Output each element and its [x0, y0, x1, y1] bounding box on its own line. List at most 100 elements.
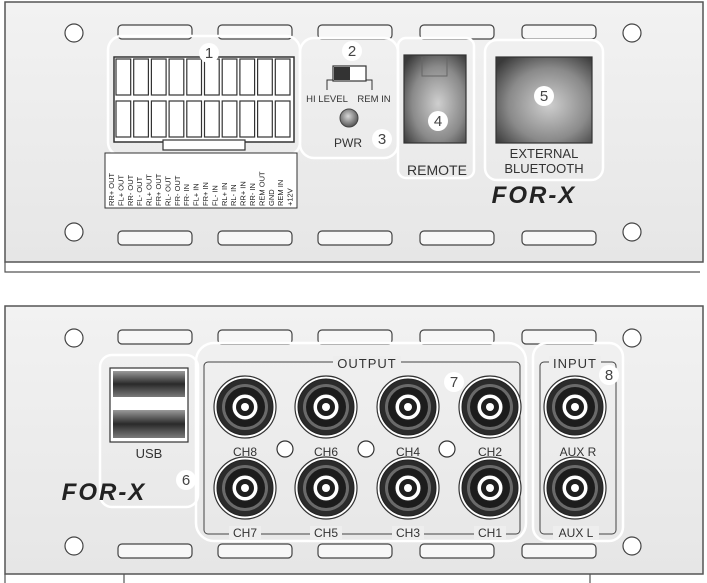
- mount-hole-icon: [64, 328, 84, 348]
- pwr-label: PWR: [334, 136, 362, 150]
- connector-pin: [150, 100, 167, 138]
- pin-label: FL+ OUT: [116, 175, 125, 206]
- jack-label-ch7: CH7: [233, 526, 257, 540]
- pin-label: FR- IN: [182, 184, 191, 206]
- connector-pin: [133, 100, 149, 138]
- output-label: OUTPUT: [337, 356, 396, 371]
- indicator-hole: [357, 440, 375, 458]
- callout-7-label: 7: [450, 374, 458, 391]
- mount-hole-icon: [622, 222, 642, 242]
- connector-pin: [257, 100, 273, 138]
- bottom-chassis-edge: [4, 574, 591, 583]
- pin-label: RL+ OUT: [145, 174, 154, 206]
- rca-jack-ch1[interactable]: [458, 456, 522, 520]
- pin-label: RL- OUT: [163, 176, 172, 206]
- pin-label: RR+ OUT: [107, 172, 116, 206]
- connector-pin: [274, 100, 291, 138]
- vent-slots-bottom-2: [117, 543, 597, 559]
- pin-label: +12V: [286, 188, 295, 206]
- pin-label: RR+ IN: [239, 181, 248, 206]
- pin-label: FR+ IN: [201, 182, 210, 206]
- callout-5-label: 5: [540, 88, 548, 105]
- mount-hole-icon: [64, 222, 84, 242]
- usb-label: USB: [136, 446, 163, 461]
- bottom-panel: USB 6 FOR-X OUTPUT 7 INPUT 8 CH8 CH6 CH4…: [4, 305, 704, 583]
- jack-label-aux-l: AUX L: [559, 526, 594, 540]
- top-chassis-edge: [4, 262, 700, 273]
- connector-pin: [186, 100, 203, 138]
- connector-pin: [239, 58, 256, 96]
- top-panel: RR+ OUT FL+ OUT RR- OUT FL- OUT RL+ OUT FR+ O…: [4, 1, 704, 273]
- jack-label-ch3: CH3: [396, 526, 420, 540]
- pwr-led: [339, 108, 359, 128]
- usb-port-upper: [113, 371, 185, 397]
- callout-1-label: 1: [205, 45, 213, 62]
- mount-hole-icon: [622, 536, 642, 556]
- pin-label: FL- IN: [210, 185, 219, 206]
- rca-jack-ch5[interactable]: [294, 456, 358, 520]
- callout-6-label: 6: [182, 472, 190, 489]
- brand-logo-text: FOR-X: [492, 182, 577, 209]
- pin-label: RL+ IN: [220, 182, 229, 206]
- connector-pin: [221, 58, 238, 96]
- connector-pin: [203, 100, 220, 138]
- pin-label: FL- OUT: [135, 176, 144, 206]
- rca-jack-ch2[interactable]: [458, 375, 522, 439]
- jack-label-aux-r: AUX R: [560, 445, 597, 459]
- connector-pin: [274, 58, 291, 96]
- remote-label: REMOTE: [407, 162, 467, 178]
- mount-hole-icon: [622, 328, 642, 348]
- brand-logo-top: FOR-X: [492, 182, 577, 209]
- switch-hi-level-label: HI LEVEL: [306, 94, 348, 105]
- rca-jack-ch3[interactable]: [376, 456, 440, 520]
- connector-pin: [203, 58, 220, 96]
- input-label: INPUT: [553, 356, 597, 371]
- connector-pin: [257, 58, 273, 96]
- callout-4-label: 4: [434, 113, 442, 130]
- bluetooth-label-line2: BLUETOOTH: [504, 161, 583, 176]
- jack-label-ch1: CH1: [478, 526, 502, 540]
- level-switch-knob: [334, 67, 350, 80]
- pin-label: REM OUT: [257, 171, 266, 206]
- rca-jack-ch6[interactable]: [294, 375, 358, 439]
- indicator-hole: [438, 440, 456, 458]
- pin-label: RR- IN: [248, 183, 257, 206]
- mount-hole-icon: [64, 536, 84, 556]
- rca-jack-ch7[interactable]: [213, 456, 277, 520]
- connector-pin: [115, 58, 132, 96]
- jack-label-ch2: CH2: [478, 445, 502, 459]
- pin-label: GND: [267, 189, 276, 206]
- pin-label: REM IN: [276, 180, 285, 206]
- rca-jack-ch4[interactable]: [376, 375, 440, 439]
- mount-hole-icon: [622, 23, 642, 43]
- jack-label-ch4: CH4: [396, 445, 420, 459]
- connector-pin: [115, 100, 132, 138]
- switch-rem-in-label: REM IN: [357, 94, 390, 105]
- indicator-hole: [276, 440, 294, 458]
- rca-jack-ch8[interactable]: [213, 375, 277, 439]
- rca-jack-aux-l[interactable]: [543, 456, 607, 520]
- rca-jack-aux-r[interactable]: [543, 375, 607, 439]
- connector-pin: [133, 58, 149, 96]
- pin-label: FL+ IN: [192, 183, 201, 206]
- device-diagram: RR+ OUT FL+ OUT RR- OUT FL- OUT RL+ OUT FR+ O…: [4, 1, 704, 583]
- connector-pin: [239, 100, 256, 138]
- pin-label-strip: RR+ OUT FL+ OUT RR- OUT FL- OUT RL+ OUT FR+ O…: [104, 152, 298, 209]
- vent-slots-bottom: [117, 230, 597, 246]
- connector-pin: [221, 100, 238, 138]
- jack-label-ch6: CH6: [314, 445, 338, 459]
- callout-2-label: 2: [348, 43, 356, 60]
- pin-label: FR- OUT: [173, 175, 182, 206]
- connector-pin: [168, 58, 185, 96]
- brand-logo-bottom: FOR-X: [62, 479, 147, 506]
- callout-8-label: 8: [605, 367, 613, 384]
- pin-label: FR+ OUT: [154, 173, 163, 206]
- connector-pin: [168, 100, 185, 138]
- pin-label: RL- IN: [229, 184, 238, 206]
- jack-label-ch5: CH5: [314, 526, 338, 540]
- pin-label: RR- OUT: [126, 174, 135, 206]
- connector-pin: [186, 58, 203, 96]
- callout-3-label: 3: [378, 131, 386, 148]
- usb-port-lower: [113, 410, 185, 438]
- mount-hole-icon: [64, 23, 84, 43]
